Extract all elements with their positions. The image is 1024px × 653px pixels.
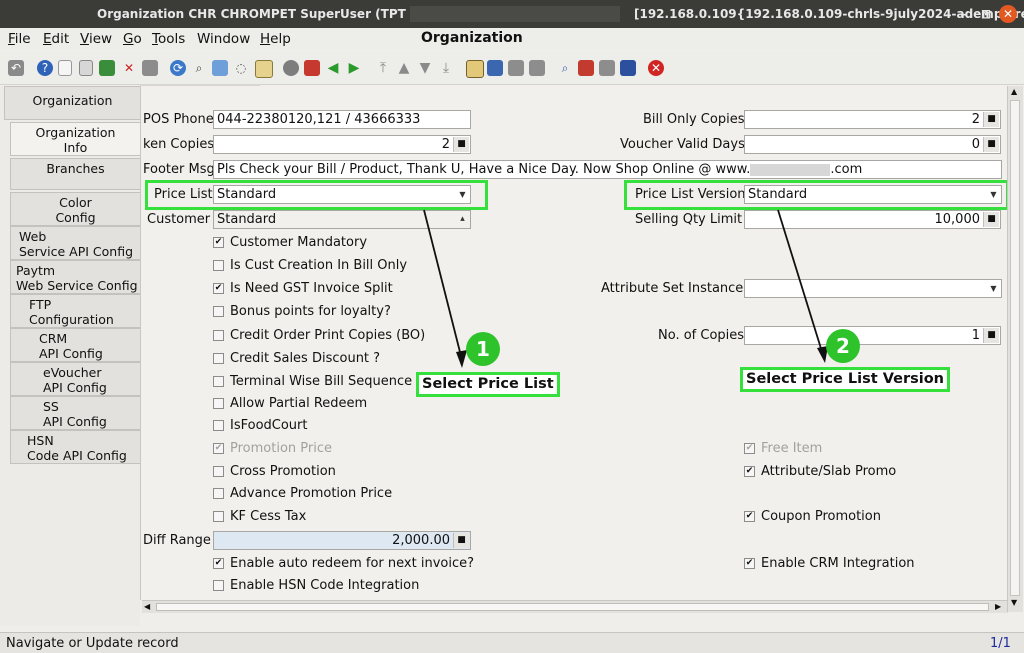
scroll-right-icon[interactable]: ▶ (995, 601, 1001, 613)
arrow-head-step-1 (456, 350, 467, 368)
step-2-badge: 2 (826, 329, 860, 363)
status-bar: Navigate or Update record 1/1 (0, 632, 1024, 653)
step-1-callout: Select Price List (416, 372, 560, 397)
scroll-down-icon[interactable]: ▼ (1011, 598, 1017, 607)
scroll-up-icon[interactable]: ▲ (1011, 87, 1017, 96)
step-2-callout: Select Price List Version (740, 367, 951, 392)
scroll-left-icon[interactable]: ◀ (144, 601, 150, 613)
arrow-to-step-1 (423, 209, 463, 361)
annotation-arrows (423, 209, 828, 368)
arrow-to-step-2 (777, 209, 824, 356)
status-message: Navigate or Update record (6, 636, 179, 651)
record-counter[interactable]: 1/1 (990, 636, 1011, 651)
vertical-scroll-thumb[interactable] (1010, 100, 1020, 596)
vertical-scrollbar[interactable]: ▲ ▼ (1007, 86, 1023, 612)
step-1-badge: 1 (466, 332, 500, 366)
horizontal-scroll-thumb[interactable] (156, 603, 989, 611)
horizontal-scrollbar[interactable]: ◀ ▶ (142, 600, 1008, 613)
